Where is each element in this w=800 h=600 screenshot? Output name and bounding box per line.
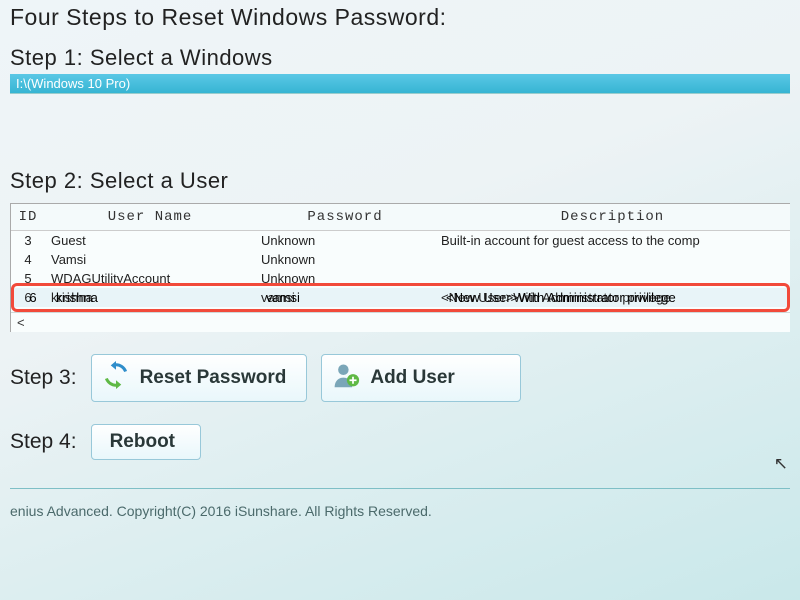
hl-user: krishna (50, 288, 260, 307)
add-user-label: Add User (370, 367, 454, 389)
step1-label: Step 1: Select a Windows (10, 41, 790, 74)
reboot-label: Reboot (110, 431, 175, 453)
cell-user: Guest (45, 231, 255, 251)
reset-password-label: Reset Password (140, 367, 287, 389)
cell-description (435, 250, 790, 269)
table-header-row: ID User Name Password Description (11, 204, 790, 231)
col-password: Password (255, 204, 435, 231)
col-description: Description (435, 204, 790, 231)
cell-id: 4 (11, 250, 45, 269)
reset-password-button[interactable]: Reset Password (91, 354, 308, 402)
user-table: ID User Name Password Description 3 Gues… (10, 203, 790, 332)
cell-description: Built-in account for guest access to the… (435, 231, 790, 251)
col-user: User Name (45, 204, 255, 231)
table-row[interactable]: 3 Guest Unknown Built-in account for gue… (11, 231, 790, 251)
step2-label: Step 2: Select a User (10, 164, 790, 197)
hl-description: <New User>With Administrator privilege (440, 288, 785, 307)
hl-password: vamsi (260, 288, 440, 307)
col-id: ID (11, 204, 45, 231)
refresh-icon (102, 361, 130, 395)
reboot-button[interactable]: Reboot (91, 424, 201, 460)
step3-label: Step 3: (10, 366, 77, 390)
footer-copyright: enius Advanced. Copyright(C) 2016 iSunsh… (10, 488, 790, 519)
cell-user: Vamsi (45, 250, 255, 269)
cell-password: Unknown (255, 250, 435, 269)
page-title: Four Steps to Reset Windows Password: (10, 0, 790, 41)
step4-label: Step 4: (10, 430, 77, 454)
hl-id: 6 (16, 288, 50, 307)
scroll-left-indicator[interactable]: < (11, 312, 790, 332)
windows-selection[interactable]: I:\(Windows 10 Pro) (10, 74, 790, 94)
cell-id: 3 (11, 231, 45, 251)
cursor-icon: ↖ (774, 454, 788, 474)
cell-password: Unknown (255, 231, 435, 251)
add-user-button[interactable]: Add User (321, 354, 521, 402)
highlight-frame: 6 krishna vamsi <New User>With Administr… (11, 283, 790, 312)
table-row[interactable]: 4 Vamsi Unknown (11, 250, 790, 269)
add-user-icon (332, 361, 360, 395)
